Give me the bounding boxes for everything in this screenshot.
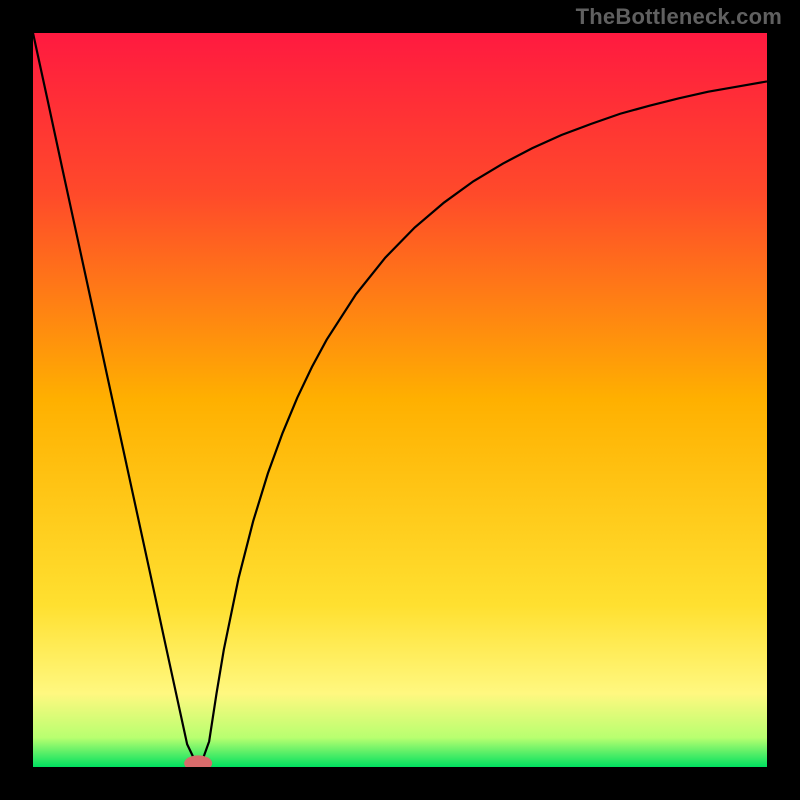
gradient-background	[33, 33, 767, 767]
watermark-text: TheBottleneck.com	[576, 4, 782, 30]
plot-area	[33, 33, 767, 767]
chart-container: TheBottleneck.com	[0, 0, 800, 800]
chart-svg	[33, 33, 767, 767]
